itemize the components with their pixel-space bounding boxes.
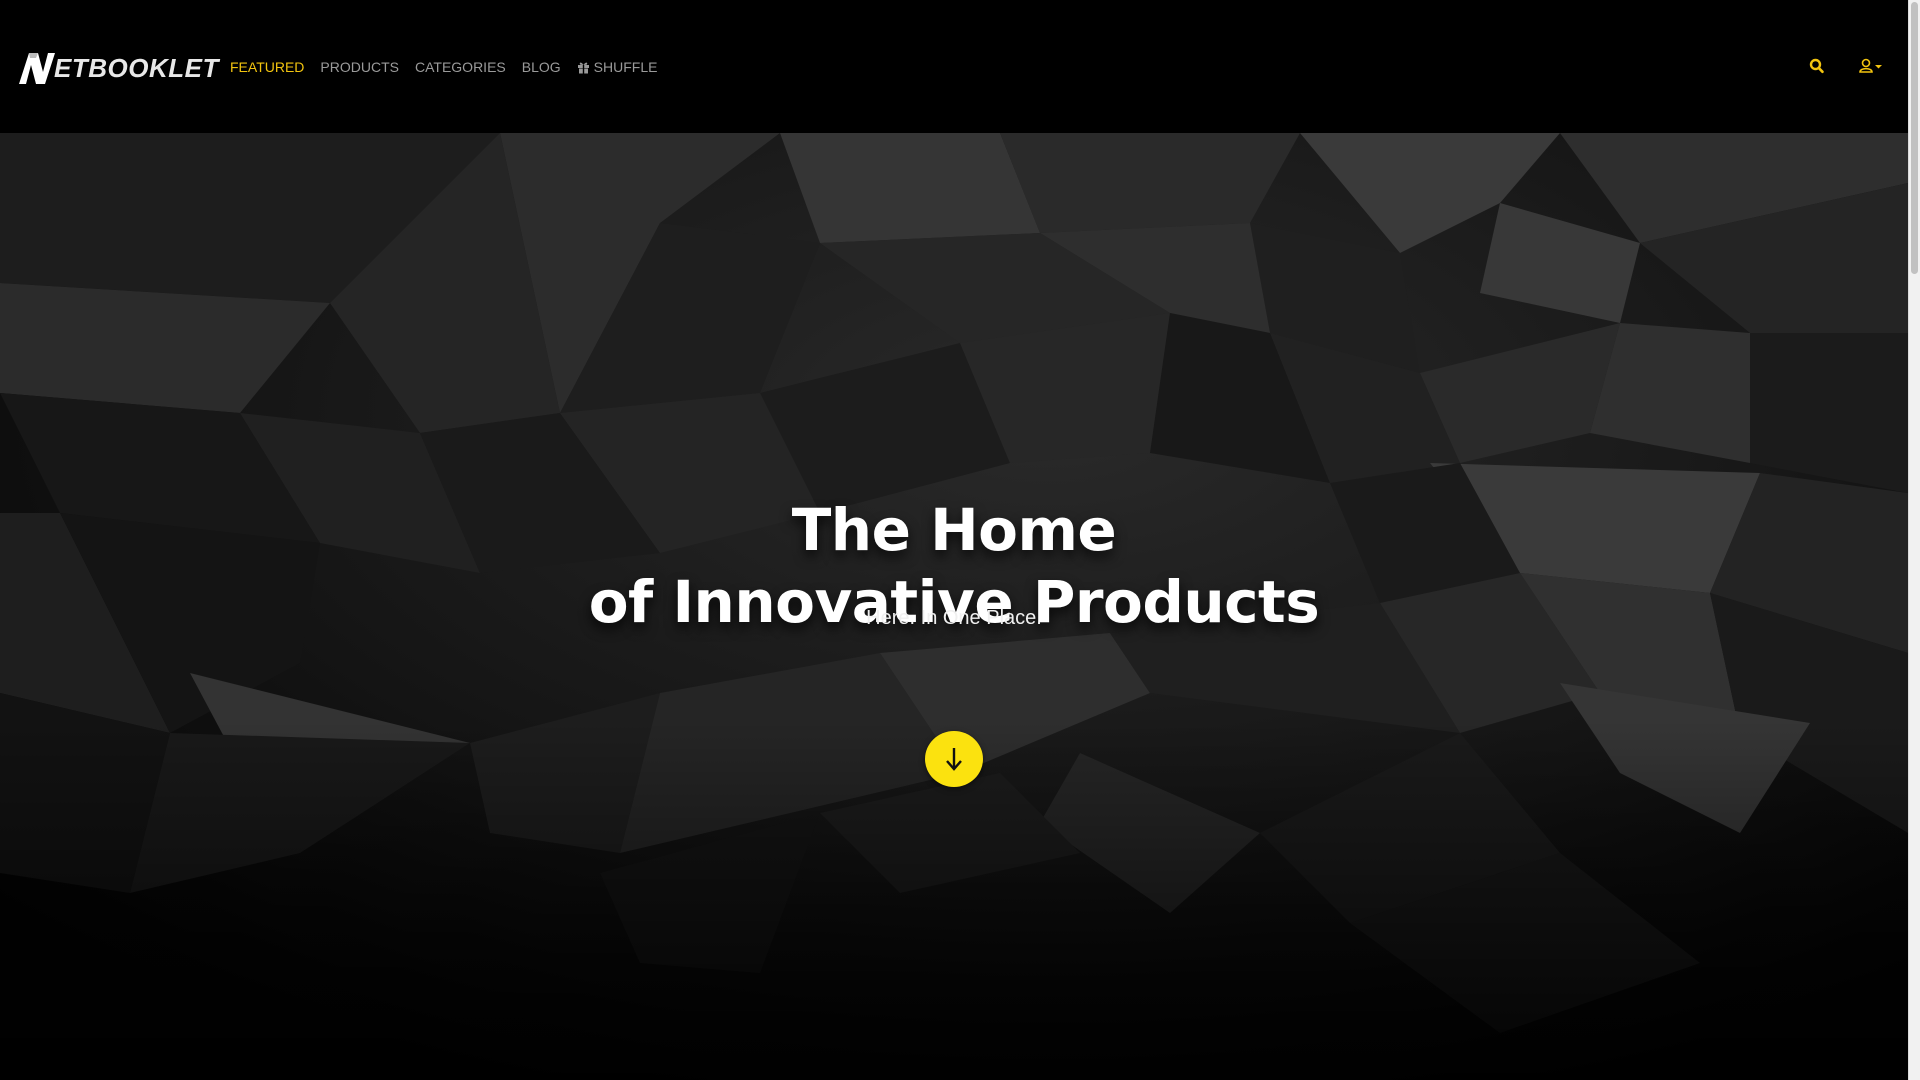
arrow-down-icon: [946, 748, 962, 771]
scroll-down-button[interactable]: [925, 731, 983, 787]
logo-n-icon: [19, 53, 55, 84]
search-icon: [1809, 58, 1824, 74]
hero-subtitle: Here. In One Place.: [866, 607, 1042, 629]
main-nav: FEATURED PRODUCTS CATEGORIES BLOG SHUFFL…: [230, 57, 673, 77]
brand-logo[interactable]: ETBOOKLET: [16, 50, 219, 86]
brand-name: ETBOOKLET: [54, 53, 219, 83]
page: ETBOOKLET FEATURED PRODUCTS CATEGORIES B…: [0, 0, 1920, 1080]
navbar: ETBOOKLET FEATURED PRODUCTS CATEGORIES B…: [0, 0, 1908, 133]
user-menu-button[interactable]: [1858, 56, 1886, 76]
nav-item-shuffle[interactable]: SHUFFLE: [577, 57, 658, 77]
nav-item-categories[interactable]: CATEGORIES: [415, 57, 506, 77]
search-button[interactable]: [1808, 56, 1826, 76]
caret-down-icon: [1875, 65, 1882, 69]
nav-item-featured[interactable]: FEATURED: [230, 57, 304, 77]
user-icon: [1859, 58, 1873, 73]
nav-item-products[interactable]: PRODUCTS: [320, 57, 399, 77]
hero-section: The Home of Innovative Products Here. In…: [0, 133, 1908, 1080]
scrollbar-thumb[interactable]: [1911, 2, 1918, 274]
nav-item-blog[interactable]: BLOG: [522, 57, 561, 77]
nav-item-shuffle-label: SHUFFLE: [593, 59, 658, 75]
page-scrollbar[interactable]: [1908, 0, 1920, 1080]
hero-title-line-1: The Home: [791, 495, 1117, 564]
gift-icon: [577, 62, 589, 74]
